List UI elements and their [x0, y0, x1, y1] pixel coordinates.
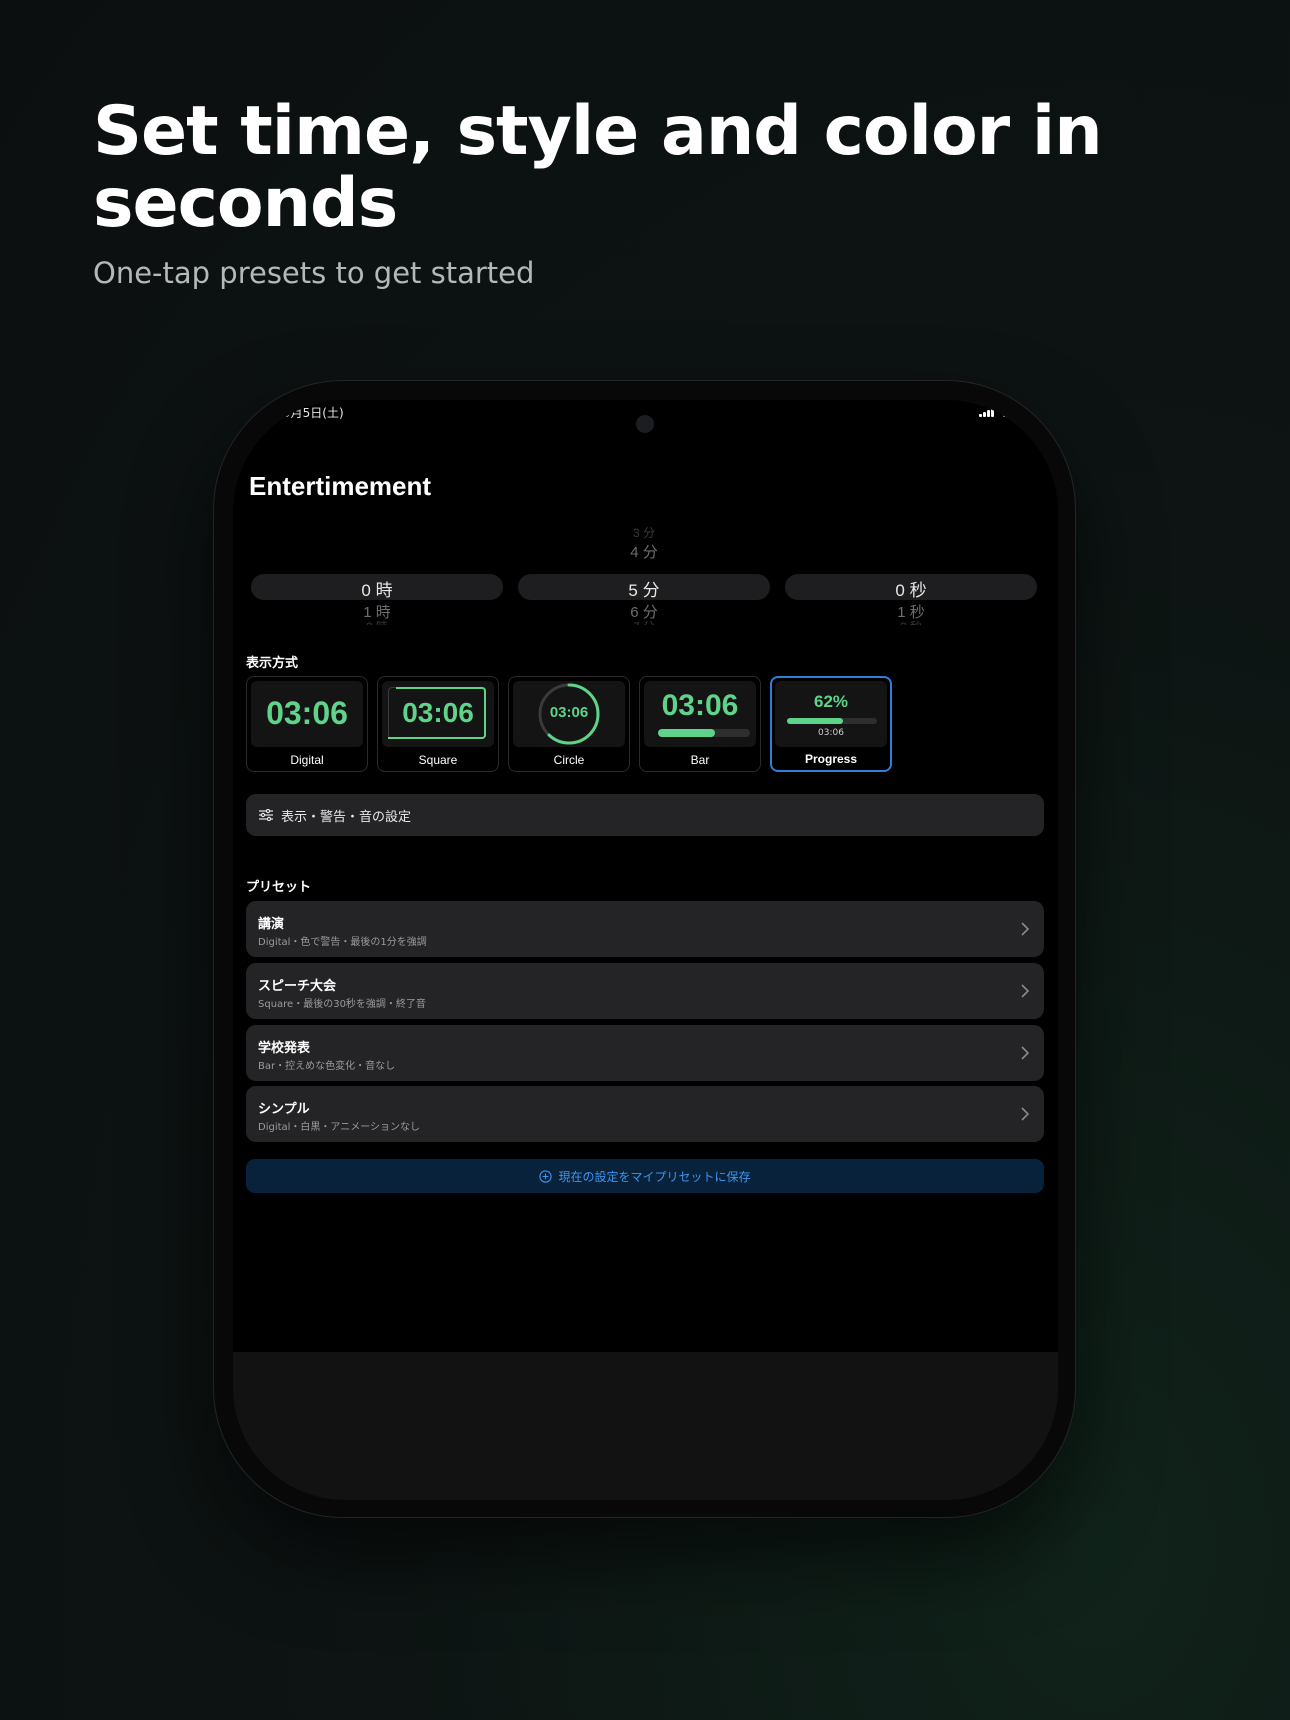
- cellular-signal-icon: [979, 408, 994, 417]
- picker-row: 3 分: [632, 526, 655, 540]
- chevron-right-icon: [1021, 922, 1030, 936]
- picker-selected-second: 0 秒: [895, 581, 927, 600]
- bar-track: [658, 729, 750, 737]
- style-preview: 03:06: [513, 681, 625, 747]
- hero-headline: Set time, style and color in seconds: [93, 92, 1103, 243]
- style-name: Progress: [804, 752, 858, 766]
- preview-time: 03:06: [266, 695, 348, 731]
- preset-item-lecture[interactable]: 講演 Digital・色で警告・最後の1分を強調: [246, 901, 1044, 957]
- style-card-square[interactable]: 03:06 Square: [377, 676, 499, 772]
- tablet-frame: 9月5日(土) Entertimement 0 時 1 時 2 時 3 分 4 …: [213, 380, 1076, 1518]
- style-preview: 62% 03:06: [775, 681, 887, 747]
- style-name: Circle: [553, 753, 585, 767]
- page-title: Entertimement: [249, 471, 432, 501]
- chevron-right-icon: [1021, 1107, 1030, 1121]
- hour-picker[interactable]: 0 時 1 時 2 時: [251, 521, 503, 625]
- preview-time: 03:06: [549, 704, 589, 721]
- picker-row: 2 秒: [785, 618, 1037, 625]
- picker-row: 4 分: [630, 544, 658, 561]
- preset-title: シンプル: [258, 1102, 310, 1117]
- preset-subtitle: Bar・控えめな色変化・音なし: [258, 1061, 396, 1072]
- style-name: Bar: [690, 753, 710, 767]
- plus-circle-icon: [539, 1169, 553, 1183]
- style-card-bar[interactable]: 03:06 Bar: [639, 676, 761, 772]
- style-preview: 03:06: [251, 681, 363, 747]
- display-settings-label: 表示・警告・音の設定: [281, 809, 412, 825]
- preset-subtitle: Digital・色で警告・最後の1分を強調: [258, 937, 427, 948]
- style-card-digital[interactable]: 03:06 Digital: [246, 676, 368, 772]
- display-settings-button[interactable]: 表示・警告・音の設定: [246, 794, 1044, 836]
- status-icons: [979, 408, 1022, 417]
- picker-row: 7 分: [518, 618, 770, 625]
- preset-title: 講演: [258, 917, 285, 932]
- progress-fill: [787, 718, 843, 724]
- style-card-progress[interactable]: 62% 03:06 Progress: [770, 676, 892, 772]
- chevron-right-icon: [1021, 1046, 1030, 1060]
- preset-item-speech-contest[interactable]: スピーチ大会 Square・最後の30秒を強調・終了音: [246, 963, 1044, 1019]
- preview-time: 03:06: [661, 689, 739, 722]
- progress-track: [787, 718, 877, 724]
- save-preset-label: 現在の設定をマイプリセットに保存: [558, 1169, 751, 1184]
- tablet-screen: 9月5日(土) Entertimement 0 時 1 時 2 時 3 分 4 …: [233, 400, 1058, 1500]
- style-preview: 03:06: [382, 681, 494, 747]
- preset-title: 学校発表: [258, 1041, 311, 1056]
- preview-time: 03:06: [402, 697, 474, 728]
- preset-item-school-presentation[interactable]: 学校発表 Bar・控えめな色変化・音なし: [246, 1025, 1044, 1081]
- picker-row: 2 時: [251, 618, 503, 625]
- style-name: Digital: [290, 753, 324, 767]
- style-selector: 03:06 Digital 03:06 Square 03:06 Circle …: [246, 676, 892, 772]
- wifi-icon: [999, 408, 1011, 417]
- style-card-circle[interactable]: 03:06 Circle: [508, 676, 630, 772]
- presets-section-label: プリセット: [246, 880, 312, 895]
- status-date: 9月5日(土): [283, 406, 344, 420]
- second-picker[interactable]: 0 秒 1 秒 2 秒: [785, 521, 1037, 625]
- bar-fill: [658, 729, 716, 737]
- preset-subtitle: Square・最後の30秒を強調・終了音: [258, 999, 426, 1010]
- bottom-panel: [233, 1352, 1058, 1500]
- display-section-label: 表示方式: [246, 656, 299, 671]
- save-preset-button[interactable]: 現在の設定をマイプリセットに保存: [246, 1159, 1044, 1193]
- picker-selected-hour: 0 時: [361, 581, 393, 600]
- sliders-icon: [259, 809, 273, 821]
- battery-icon: [1016, 409, 1022, 416]
- style-name: Square: [418, 753, 458, 767]
- chevron-right-icon: [1021, 984, 1030, 998]
- preview-percent: 62%: [813, 692, 849, 711]
- preset-title: スピーチ大会: [258, 979, 337, 994]
- front-camera: [636, 415, 654, 433]
- minute-picker[interactable]: 3 分 4 分 5 分 6 分 7 分: [518, 521, 770, 625]
- hero-subline: One-tap presets to get started: [93, 256, 535, 290]
- preset-subtitle: Digital・白黒・アニメーションなし: [258, 1122, 421, 1133]
- style-preview: 03:06: [644, 681, 756, 747]
- preset-item-simple[interactable]: シンプル Digital・白黒・アニメーションなし: [246, 1086, 1044, 1142]
- preview-time: 03:06: [818, 728, 844, 738]
- picker-selected-minute: 5 分: [628, 581, 660, 600]
